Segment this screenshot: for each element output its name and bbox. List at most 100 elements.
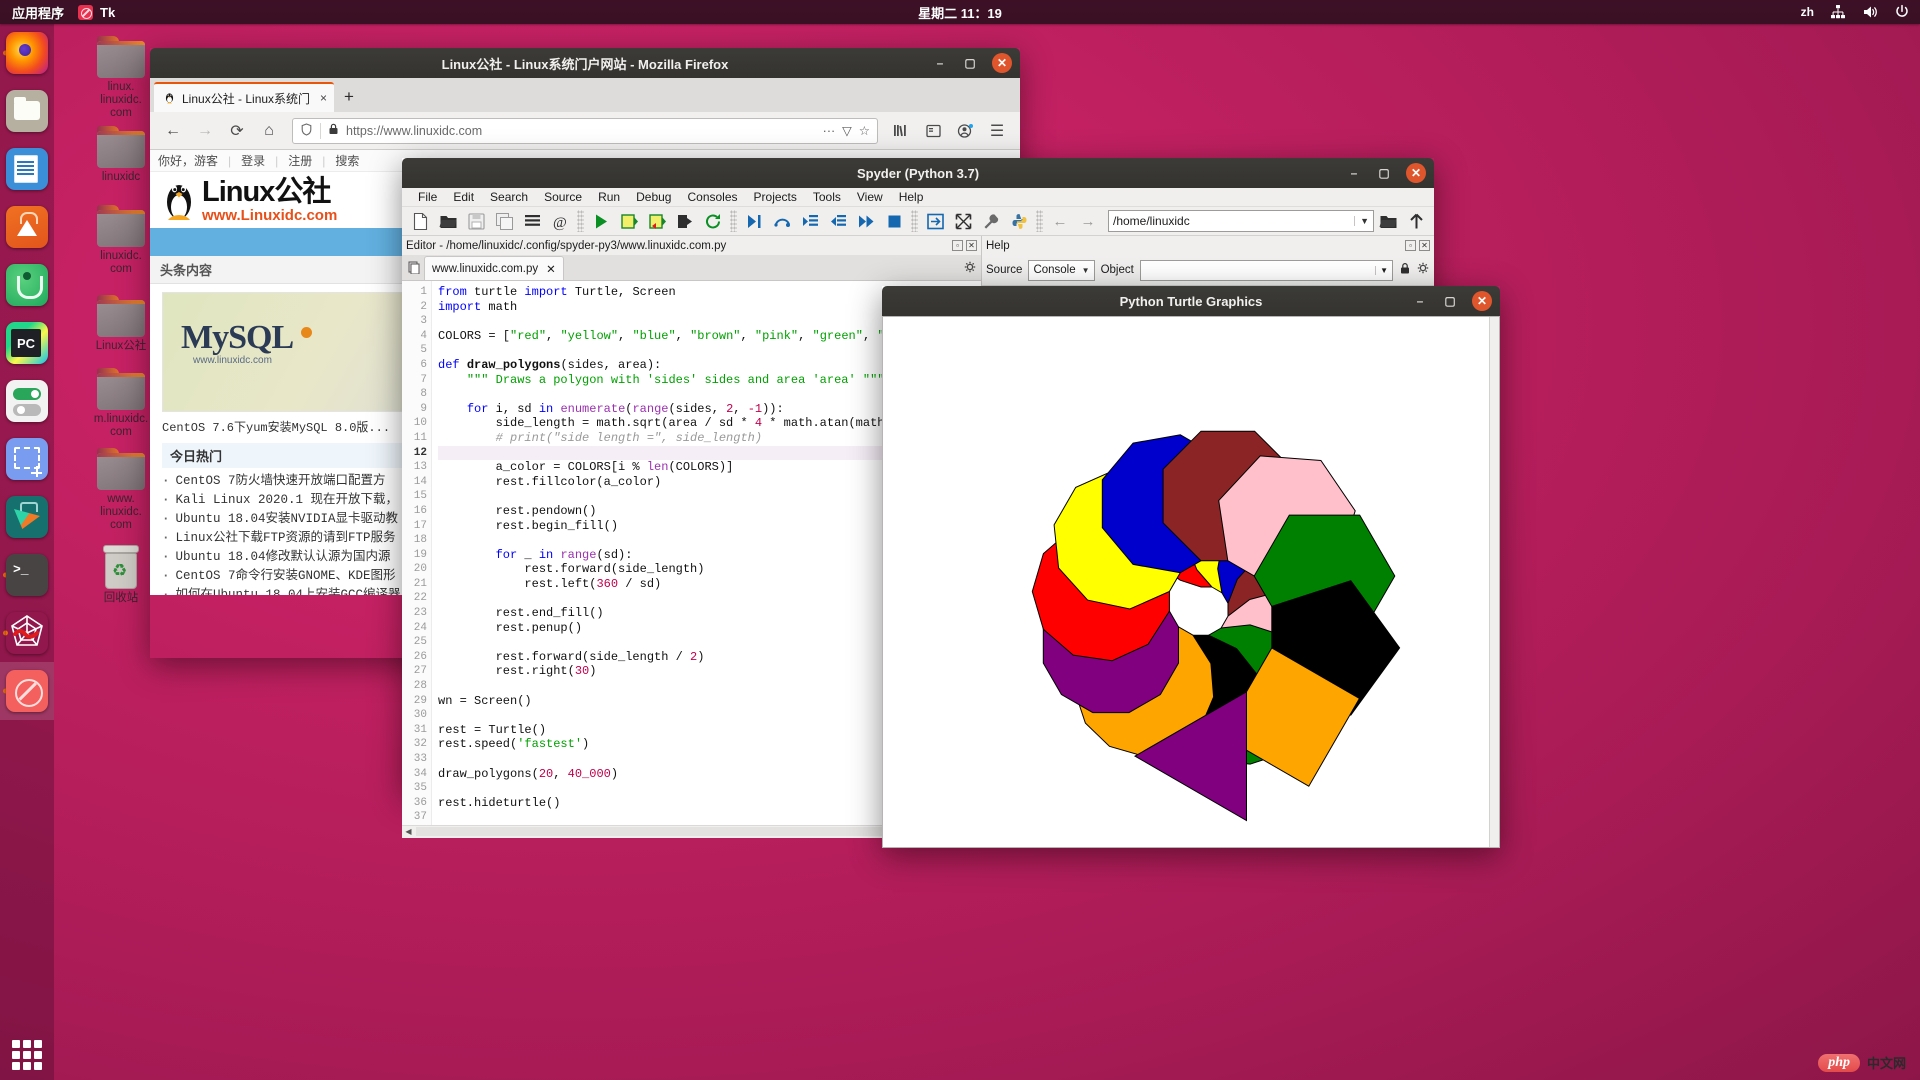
network-icon[interactable] [1830,4,1846,20]
menu-projects[interactable]: Projects [746,188,805,206]
dock-item-firefox[interactable] [0,24,54,82]
stop-debug-icon[interactable] [880,207,908,235]
save-file-icon[interactable] [462,207,490,235]
spyder-close-button[interactable]: ✕ [1406,163,1426,183]
search-link[interactable]: 搜索 [335,152,359,169]
help-source-select[interactable]: Console ▼ [1028,260,1094,281]
rerun-icon[interactable] [699,207,727,235]
dock-item-writer[interactable] [0,140,54,198]
firefox-minimize-button[interactable]: – [932,55,948,71]
editor-file-tab[interactable]: www.linuxidc.com.py ✕ [424,256,564,280]
path-back-button[interactable]: ← [1046,207,1074,235]
help-lock-icon[interactable] [1399,262,1411,278]
login-link[interactable]: 登录 [241,152,265,169]
preferences-icon[interactable] [977,207,1005,235]
turtle-graphics-window[interactable]: Python Turtle Graphics – ▢ ✕ [882,286,1500,848]
run-cell-icon[interactable] [615,207,643,235]
account-icon[interactable] [950,116,980,146]
help-object-input[interactable]: ▼ [1140,260,1393,281]
dock-item-web-spider[interactable] [0,604,54,662]
turtle-minimize-button[interactable]: – [1412,293,1428,309]
new-tab-button[interactable]: + [334,82,364,112]
home-button[interactable]: ⌂ [254,116,284,146]
debug-file-icon[interactable] [740,207,768,235]
run-file-icon[interactable] [587,207,615,235]
path-forward-button[interactable]: → [1074,207,1102,235]
spyder-minimize-button[interactable]: – [1346,165,1362,181]
register-link[interactable]: 注册 [288,152,312,169]
tab-close-icon[interactable]: × [320,91,327,105]
page-actions-icon[interactable]: ··· [823,124,836,138]
menu-edit[interactable]: Edit [445,188,482,206]
bookmark-star-icon[interactable]: ☆ [859,123,870,138]
active-window-indicator[interactable]: Tk [78,5,115,20]
turtle-maximize-button[interactable]: ▢ [1442,293,1458,309]
step-return-icon[interactable] [824,207,852,235]
applications-menu[interactable]: 应用程序 [12,3,64,22]
hamburger-menu-icon[interactable]: ☰ [982,116,1012,146]
input-language-indicator[interactable]: zh [1801,5,1814,19]
file-switcher-icon[interactable] [518,207,546,235]
undock-icon[interactable]: ▫ [1405,240,1416,251]
new-file-icon[interactable] [406,207,434,235]
library-icon[interactable] [886,116,916,146]
dock-item-android-studio[interactable] [0,256,54,314]
working-directory-combobox[interactable]: /home/linuxidc ▼ [1108,210,1374,232]
scroll-left-icon[interactable]: ◀ [402,827,415,836]
close-pane-icon[interactable]: ✕ [1419,240,1430,251]
help-options-gear-icon[interactable] [1417,262,1430,278]
fullscreen-icon[interactable] [949,207,977,235]
browse-tabs-icon[interactable] [404,254,424,280]
reader-mode-icon[interactable]: ▽ [842,123,852,138]
menu-debug[interactable]: Debug [628,188,679,206]
menu-source[interactable]: Source [536,188,590,206]
undock-icon[interactable]: ▫ [952,240,963,251]
spyder-maximize-button[interactable]: ▢ [1376,165,1392,181]
menu-search[interactable]: Search [482,188,536,206]
turtle-close-button[interactable]: ✕ [1472,291,1492,311]
editor-file-tab-close-icon[interactable]: ✕ [546,262,556,276]
step-over-icon[interactable] [768,207,796,235]
chevron-down-icon[interactable]: ▼ [1354,216,1369,226]
forward-button[interactable]: → [190,116,220,146]
open-file-icon[interactable] [434,207,462,235]
dock-item-screenshot[interactable] [0,430,54,488]
browse-directory-icon[interactable] [1374,207,1402,235]
chevron-down-icon[interactable]: ▼ [1375,266,1392,275]
tracking-protection-icon[interactable] [300,123,313,139]
turtle-titlebar[interactable]: Python Turtle Graphics – ▢ ✕ [882,286,1500,316]
address-bar[interactable]: https://www.linuxidc.com ··· ▽ ☆ [292,118,878,144]
reload-button[interactable]: ⟳ [222,116,252,146]
run-cell-advance-icon[interactable] [643,207,671,235]
menu-run[interactable]: Run [590,188,628,206]
dock-item-software[interactable] [0,198,54,256]
firefox-maximize-button[interactable]: ▢ [962,55,978,71]
parent-directory-icon[interactable] [1402,207,1430,235]
firefox-titlebar[interactable]: Linux公社 - Linux系统门户网站 - Mozilla Firefox … [150,48,1020,78]
dock-item-settings[interactable] [0,372,54,430]
dock-item-store[interactable] [0,488,54,546]
menu-tools[interactable]: Tools [805,188,849,206]
dock-item-files[interactable] [0,82,54,140]
continue-icon[interactable] [852,207,880,235]
maximize-pane-icon[interactable] [921,207,949,235]
chevron-down-icon[interactable]: ▼ [1082,266,1090,275]
dock-item-pycharm[interactable] [0,314,54,372]
dock-item-terminal[interactable] [0,546,54,604]
turtle-vertical-scrollbar[interactable] [1489,317,1499,848]
volume-icon[interactable] [1862,4,1878,20]
menu-consoles[interactable]: Consoles [679,188,745,206]
step-into-icon[interactable] [796,207,824,235]
menu-view[interactable]: View [849,188,891,206]
hero-caption[interactable]: CentOS 7.6下yum安装MySQL 8.0版... [162,418,390,435]
back-button[interactable]: ← [158,116,188,146]
sidebar-icon[interactable] [918,116,948,146]
menu-file[interactable]: File [410,188,445,206]
close-pane-icon[interactable]: ✕ [966,240,977,251]
turtle-canvas[interactable] [882,316,1500,848]
firefox-tab[interactable]: Linux公社 - Linux系统门 × [154,82,334,112]
editor-options-gear-icon[interactable] [959,254,981,280]
show-applications-button[interactable] [0,1040,54,1070]
spyder-titlebar[interactable]: Spyder (Python 3.7) – ▢ ✕ [402,158,1434,188]
find-symbol-icon[interactable]: @ [546,207,574,235]
